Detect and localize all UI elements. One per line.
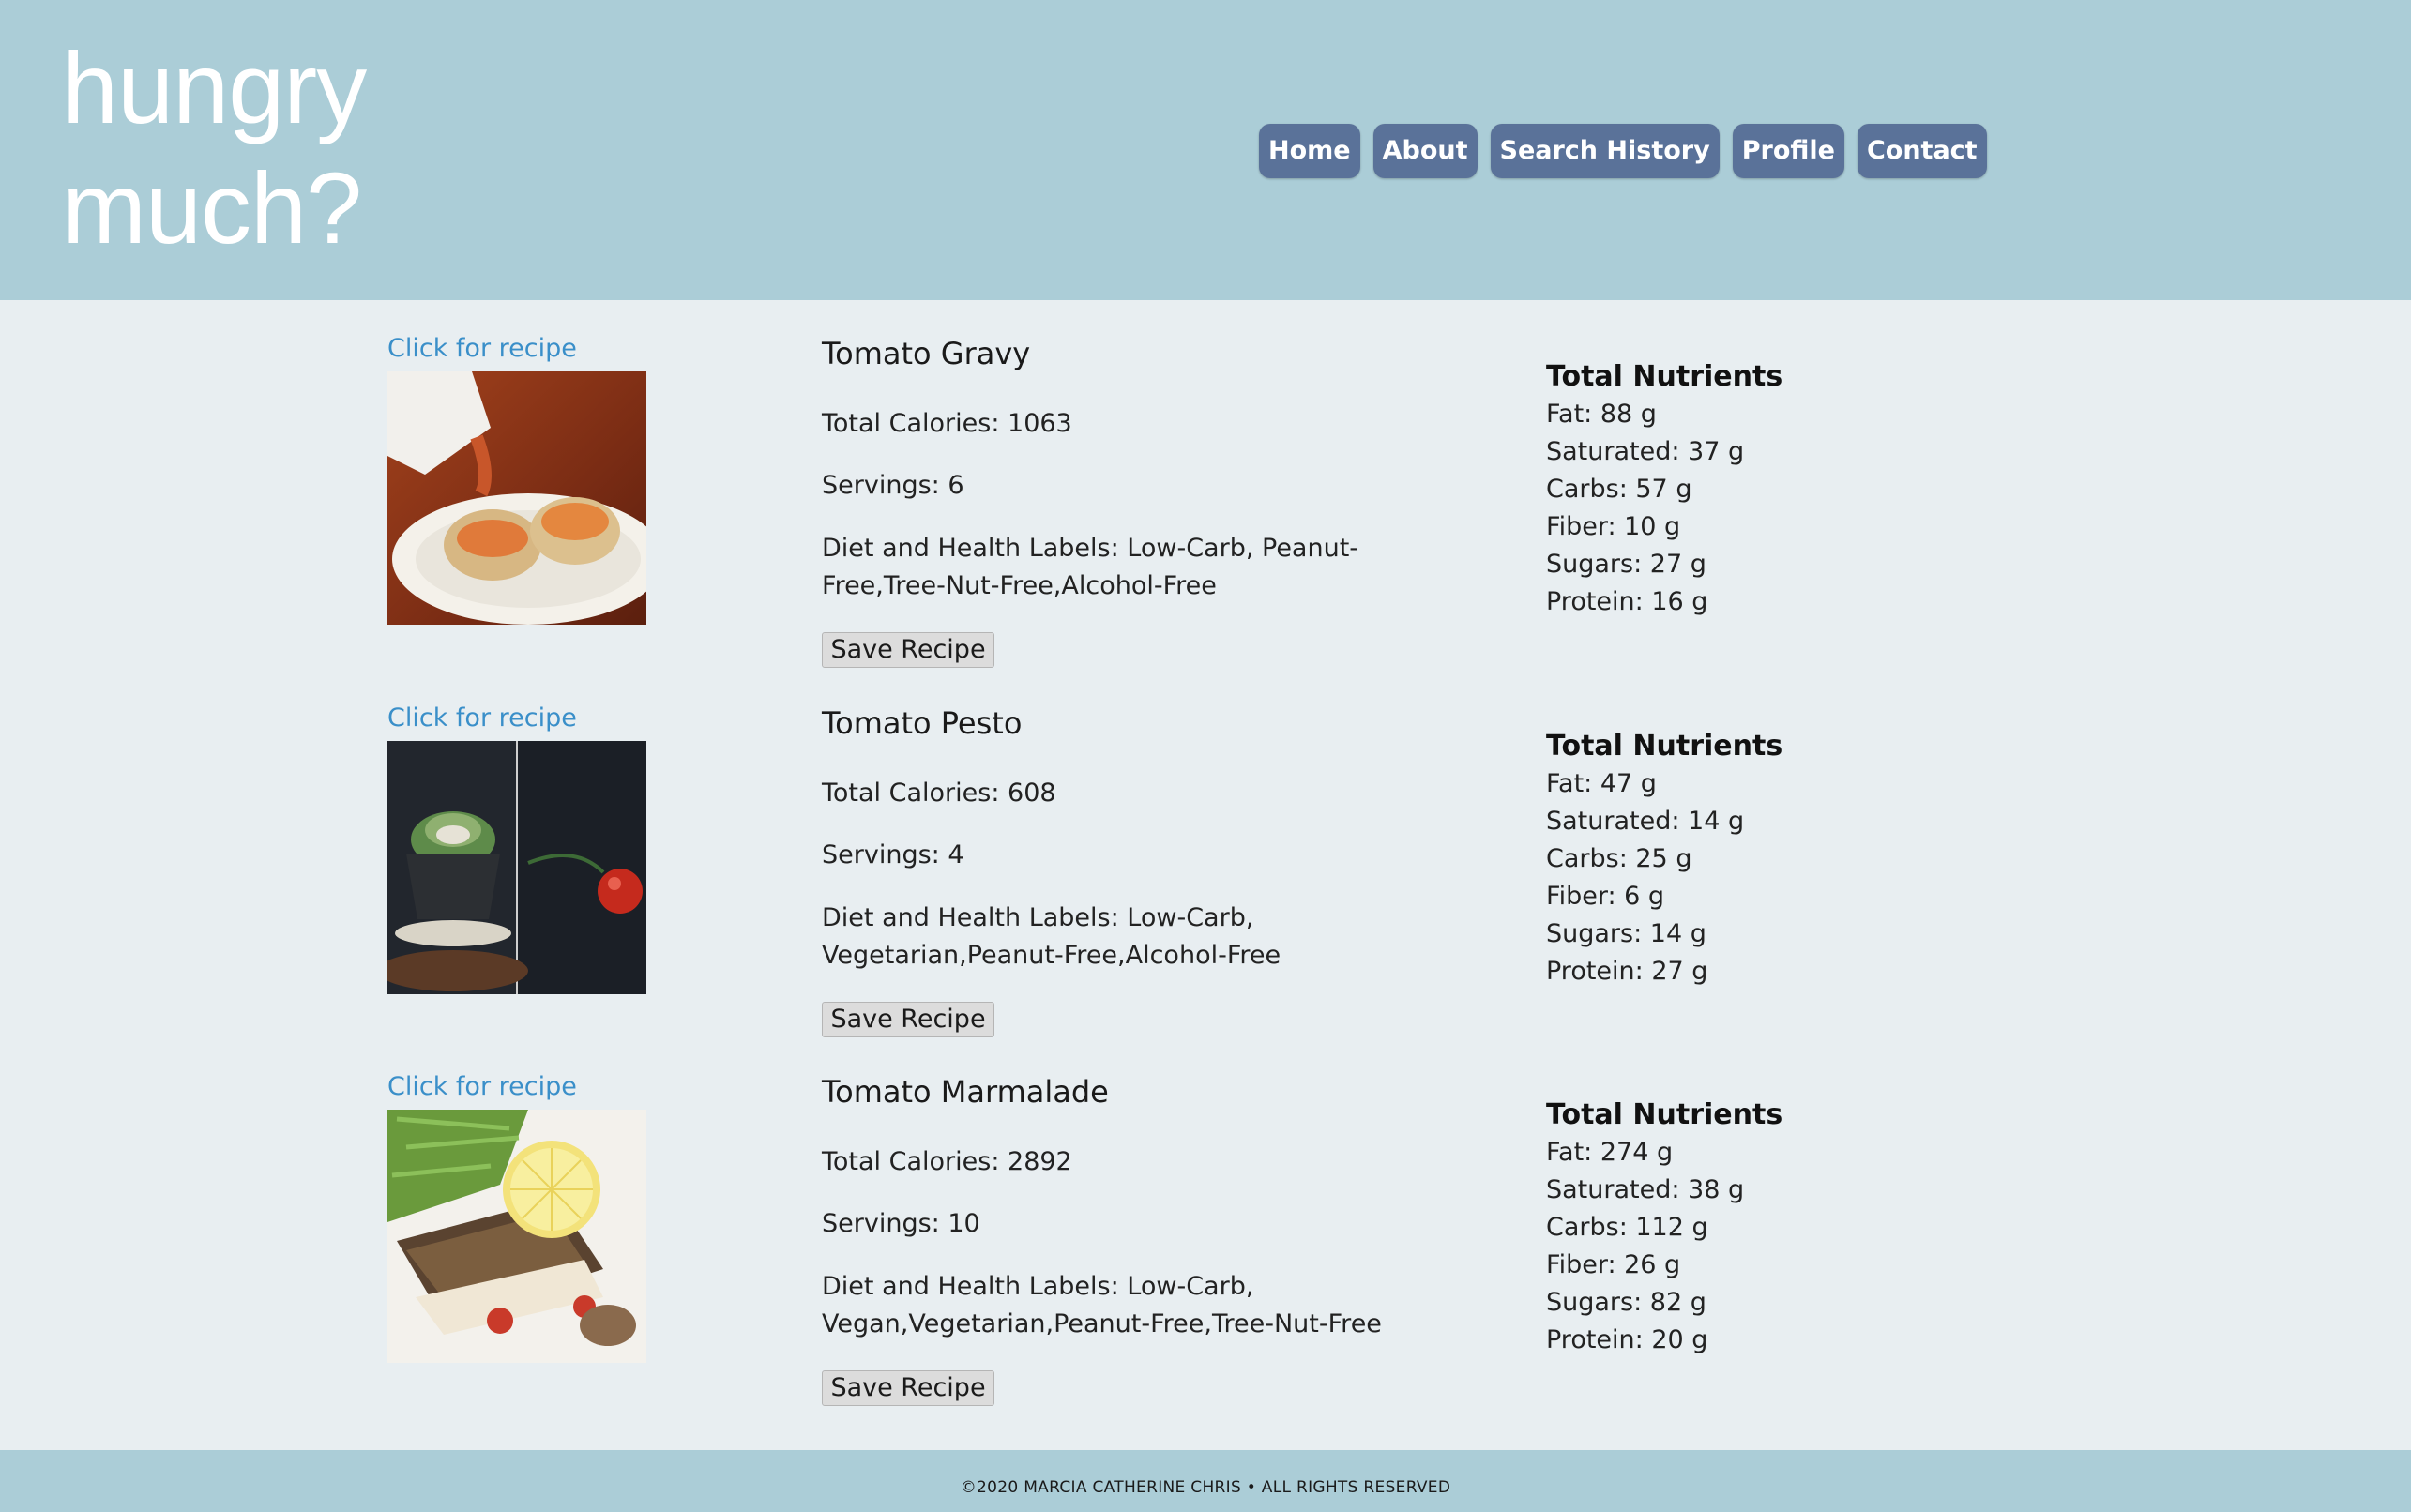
- recipe-calories: Total Calories: 608: [822, 779, 1056, 808]
- nutrient-saturated: Saturated: 37 g: [1546, 437, 1745, 466]
- nutrient-fat: Fat: 274 g: [1546, 1138, 1674, 1167]
- recipe-link[interactable]: Click for recipe: [387, 1072, 577, 1101]
- recipe-title: Tomato Gravy: [822, 336, 1031, 371]
- recipe-diet-labels: Diet and Health Labels: Low-Carb, Peanut…: [822, 534, 1359, 600]
- nutrient-fiber: Fiber: 10 g: [1546, 512, 1681, 541]
- recipe-servings: Servings: 10: [822, 1209, 980, 1238]
- nav-profile-button[interactable]: Profile: [1732, 124, 1844, 178]
- recipe-calories: Total Calories: 2892: [822, 1147, 1072, 1176]
- save-recipe-button[interactable]: Save Recipe: [822, 632, 994, 668]
- nutrient-fat: Fat: 88 g: [1546, 400, 1657, 429]
- recipe-link[interactable]: Click for recipe: [387, 334, 577, 363]
- nutrient-sugars: Sugars: 14 g: [1546, 919, 1706, 948]
- recipe-title: Tomato Marmalade: [822, 1074, 1109, 1110]
- nutrient-carbs: Carbs: 57 g: [1546, 475, 1692, 504]
- recipe-servings: Servings: 6: [822, 471, 964, 500]
- save-recipe-button[interactable]: Save Recipe: [822, 1370, 994, 1406]
- recipe-image[interactable]: [387, 741, 646, 994]
- nutrient-carbs: Carbs: 25 g: [1546, 844, 1692, 873]
- nutrient-fiber: Fiber: 26 g: [1546, 1250, 1681, 1279]
- nav-home-button[interactable]: Home: [1259, 124, 1360, 178]
- nutrients-heading: Total Nutrients: [1546, 1098, 1783, 1131]
- recipe-image[interactable]: [387, 1110, 646, 1363]
- nutrients-panel: Total Nutrients Fat: 274 g Saturated: 38…: [1546, 1096, 1782, 1359]
- save-recipe-button[interactable]: Save Recipe: [822, 1002, 994, 1037]
- recipe-link[interactable]: Click for recipe: [387, 703, 577, 733]
- nutrient-sugars: Sugars: 82 g: [1546, 1288, 1706, 1317]
- nutrient-protein: Protein: 27 g: [1546, 957, 1708, 986]
- recipe-servings: Servings: 4: [822, 840, 964, 869]
- site-logo[interactable]: hungry much?: [62, 28, 367, 268]
- recipe-card: Click for recipe Tomato Gravy Total Calo…: [0, 300, 2411, 668]
- nutrient-sugars: Sugars: 27 g: [1546, 550, 1706, 579]
- nutrient-protein: Protein: 16 g: [1546, 587, 1708, 616]
- recipe-diet-labels: Diet and Health Labels: Low-Carb, Vegeta…: [822, 903, 1281, 970]
- nutrients-panel: Total Nutrients Fat: 88 g Saturated: 37 …: [1546, 358, 1782, 621]
- main-nav: Home About Search History Profile Contac…: [1259, 124, 1987, 178]
- recipe-title: Tomato Pesto: [822, 705, 1023, 741]
- nav-about-button[interactable]: About: [1372, 124, 1478, 178]
- nutrients-heading: Total Nutrients: [1546, 730, 1783, 763]
- site-header: hungry much? Home About Search History P…: [0, 0, 2411, 300]
- recipe-calories: Total Calories: 1063: [822, 409, 1072, 438]
- recipe-card: Click for recipe Tomato Marmalade Total …: [0, 1038, 2411, 1406]
- nutrients-heading: Total Nutrients: [1546, 360, 1783, 393]
- logo-line-2: much?: [62, 151, 362, 265]
- nutrient-carbs: Carbs: 112 g: [1546, 1213, 1708, 1242]
- site-footer: ©2020 MARCIA CATHERINE CHRIS • ALL RIGHT…: [0, 1450, 2411, 1512]
- nutrient-fat: Fat: 47 g: [1546, 769, 1657, 798]
- nutrient-protein: Protein: 20 g: [1546, 1325, 1708, 1354]
- recipe-diet-labels: Diet and Health Labels: Low-Carb, Vegan,…: [822, 1272, 1382, 1338]
- nutrient-saturated: Saturated: 14 g: [1546, 807, 1745, 836]
- nutrient-fiber: Fiber: 6 g: [1546, 882, 1665, 911]
- recipe-card: Click for recipe Tomato Pesto Total Calo…: [0, 670, 2411, 1037]
- recipe-results: Click for recipe Tomato Gravy Total Calo…: [0, 300, 2411, 1450]
- copyright-text: ©2020 MARCIA CATHERINE CHRIS • ALL RIGHT…: [960, 1478, 1451, 1497]
- nav-contact-button[interactable]: Contact: [1857, 124, 1987, 178]
- recipe-image[interactable]: [387, 371, 646, 625]
- logo-line-1: hungry: [62, 31, 367, 144]
- nutrient-saturated: Saturated: 38 g: [1546, 1175, 1745, 1204]
- nutrients-panel: Total Nutrients Fat: 47 g Saturated: 14 …: [1546, 728, 1782, 990]
- nav-search-history-button[interactable]: Search History: [1490, 124, 1720, 178]
